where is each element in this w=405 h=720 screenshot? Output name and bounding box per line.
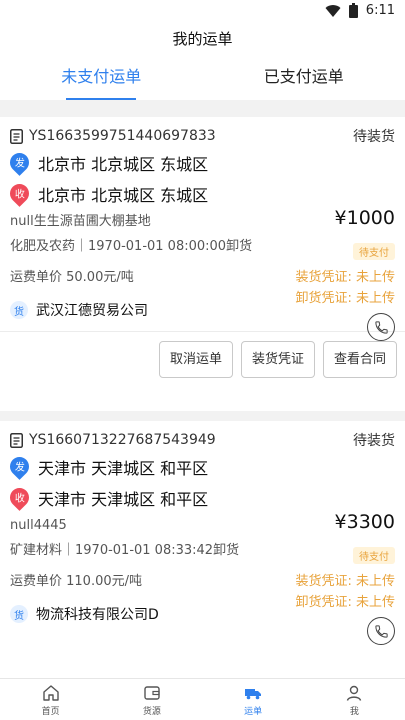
- freight-price: ¥3300: [334, 511, 395, 533]
- send-location-icon: 发: [6, 453, 33, 480]
- unload-proof-status: 卸货凭证: 未上传: [295, 595, 395, 610]
- card-actions: 取消运单 装货凭证 查看合同: [0, 332, 405, 386]
- view-contract-button[interactable]: 查看合同: [322, 340, 397, 378]
- tabbar-item-me[interactable]: 我: [304, 679, 405, 720]
- order-card[interactable]: YS1663599751440697833 待装货 发 北京市 北京城区 东城区…: [0, 117, 405, 411]
- unload-proof-status: 卸货凭证: 未上传: [295, 291, 395, 306]
- cargo-info: 矿建材料｜1970-01-01 08:33:42卸货: [10, 543, 240, 558]
- receive-location-icon: 收: [6, 484, 33, 511]
- tab-paid[interactable]: 已支付运单: [203, 54, 405, 100]
- order-tabs: 未支付运单 已支付运单: [0, 54, 405, 100]
- cargo-info: 化肥及农药｜1970-01-01 08:00:00卸货: [10, 239, 253, 254]
- order-card[interactable]: YS1660713227687543949 待装货 发 天津市 天津城区 和平区…: [0, 421, 405, 678]
- phone-icon[interactable]: [367, 617, 395, 645]
- tabbar-item-waybill[interactable]: 运单: [203, 679, 304, 720]
- battery-icon: [348, 3, 358, 18]
- document-icon: [10, 432, 23, 448]
- freight-price: ¥1000: [334, 207, 395, 229]
- origin-address: 北京市 北京城区 东城区: [38, 154, 209, 174]
- truck-icon: [245, 689, 262, 700]
- origin-address: 天津市 天津城区 和平区: [38, 458, 209, 478]
- order-list[interactable]: YS1663599751440697833 待装货 发 北京市 北京城区 东城区…: [0, 108, 405, 678]
- load-proof-status: 装货凭证: 未上传: [295, 574, 395, 589]
- unpaid-badge: 待支付: [353, 547, 395, 564]
- destination-address: 北京市 北京城区 东城区: [38, 185, 209, 205]
- cargo-owner-icon: 货: [10, 605, 28, 623]
- tab-unpaid[interactable]: 未支付运单: [0, 54, 203, 100]
- tabbar-label: 运单: [244, 707, 263, 717]
- tabbar-item-home[interactable]: 首页: [0, 679, 101, 720]
- status-label: 待装货: [353, 129, 395, 145]
- bottom-tab-bar: 首页 货源 运单 我: [0, 678, 405, 720]
- company-name: 物流科技有限公司D: [36, 607, 159, 623]
- home-icon: [42, 685, 59, 701]
- wifi-icon: [325, 4, 341, 17]
- load-proof-button[interactable]: 装货凭证: [240, 340, 315, 378]
- document-icon: [10, 128, 23, 144]
- send-location-icon: 发: [6, 149, 33, 176]
- destination-address: 天津市 天津城区 和平区: [38, 489, 209, 509]
- unpaid-badge: 待支付: [353, 243, 395, 260]
- clock: 6:11: [365, 3, 395, 18]
- cancel-order-button[interactable]: 取消运单: [158, 340, 233, 378]
- load-proof-status: 装货凭证: 未上传: [295, 270, 395, 285]
- tabbar-label: 我: [349, 707, 359, 717]
- tabbar-item-goods[interactable]: 货源: [101, 679, 202, 720]
- tabbar-label: 货源: [142, 707, 161, 717]
- company-name: 武汉江德贸易公司: [36, 303, 148, 319]
- user-icon: [347, 685, 362, 701]
- wallet-icon: [144, 686, 160, 700]
- receive-location-icon: 收: [6, 180, 33, 207]
- phone-icon[interactable]: [367, 313, 395, 341]
- page-title: 我的运单: [0, 24, 405, 54]
- tabbar-label: 首页: [41, 707, 60, 717]
- status-label: 待装货: [353, 433, 395, 449]
- order-number: YS1660713227687543949: [29, 432, 216, 448]
- cargo-owner-icon: 货: [10, 301, 28, 319]
- status-bar: 6:11: [0, 0, 405, 24]
- order-number: YS1663599751440697833: [29, 128, 216, 144]
